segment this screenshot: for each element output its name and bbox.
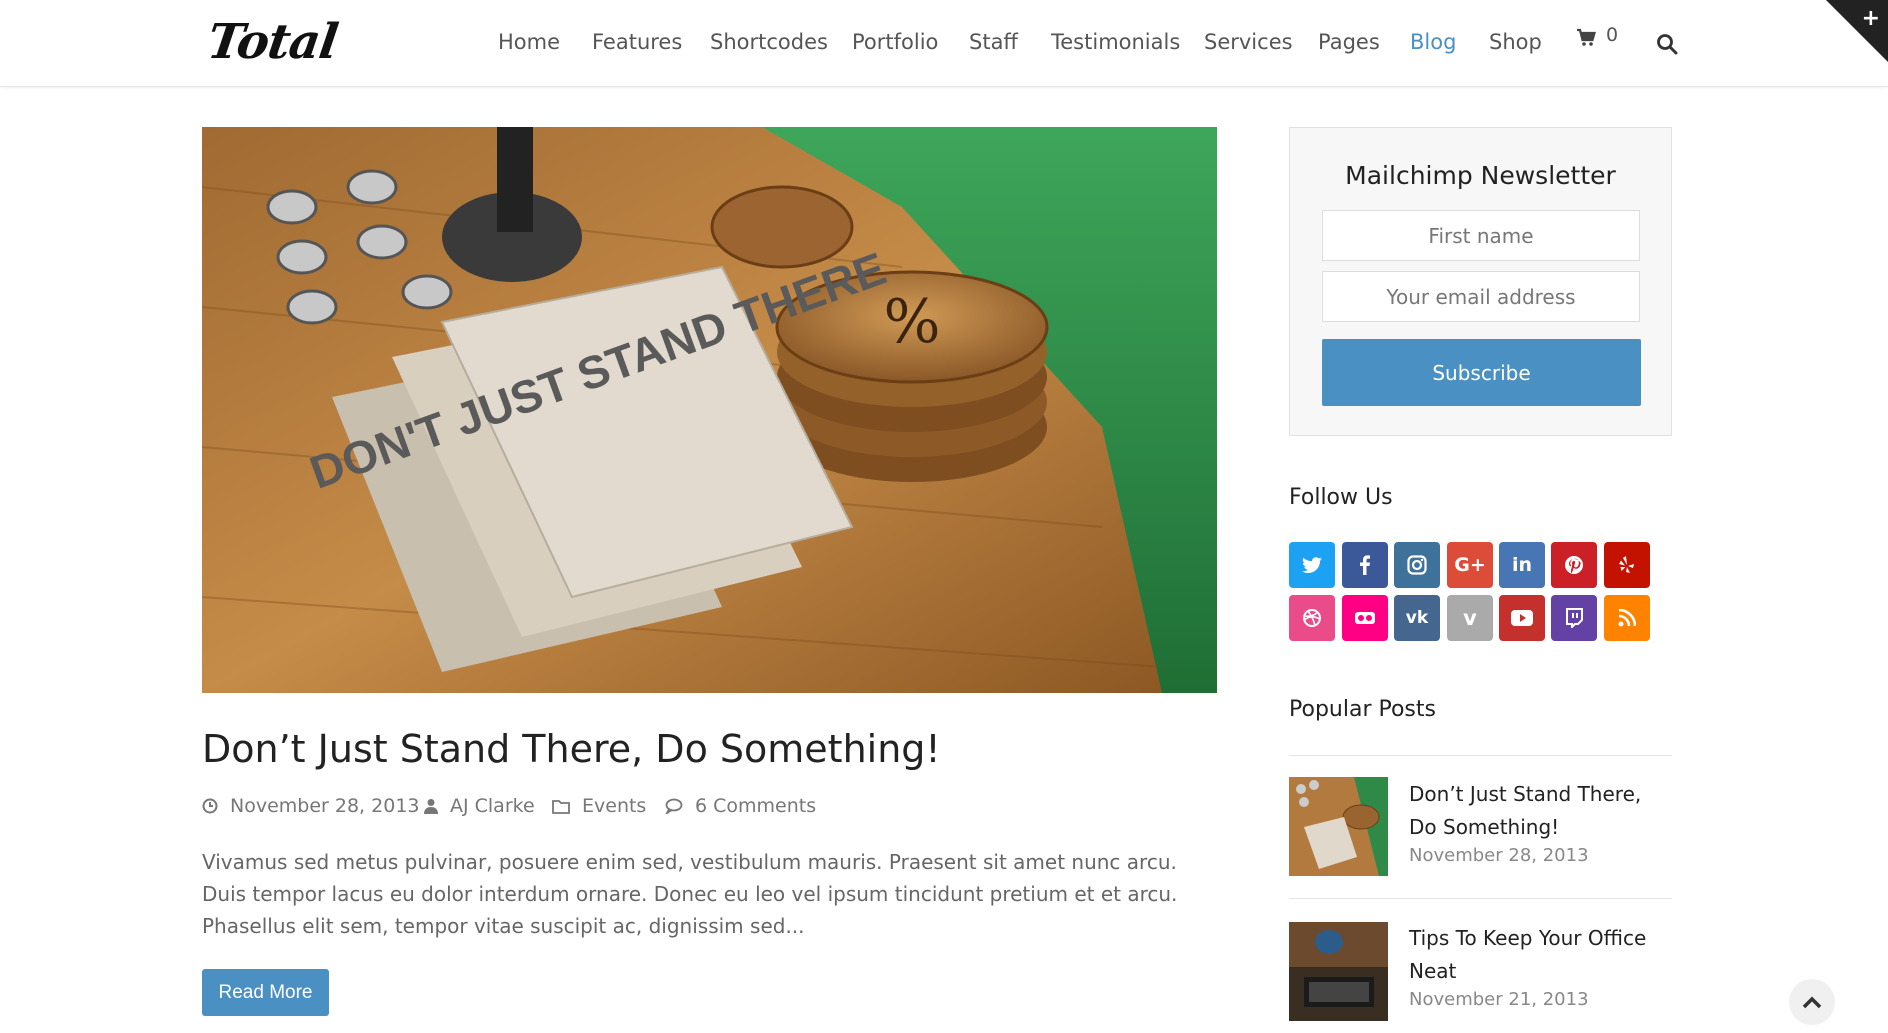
nav-shop[interactable]: Shop — [1489, 30, 1542, 54]
linkedin-icon[interactable]: in — [1499, 542, 1545, 588]
flickr-icon[interactable] — [1342, 595, 1388, 641]
post-title[interactable]: Don’t Just Stand There, Do Something! — [202, 727, 941, 771]
first-name-input[interactable] — [1322, 210, 1640, 261]
folder-icon — [552, 799, 570, 814]
popular-post-title[interactable]: Tips To Keep Your Office Neat — [1409, 922, 1672, 988]
post-author[interactable]: AJ Clarke — [424, 795, 535, 817]
nav-shortcodes[interactable]: Shortcodes — [710, 30, 828, 54]
post-featured-image[interactable]: % DON'T JUST STAND THERE — [202, 127, 1217, 693]
popular-post-thumbnail[interactable] — [1289, 777, 1388, 876]
rss-icon[interactable] — [1604, 595, 1650, 641]
email-input[interactable] — [1322, 271, 1640, 322]
read-more-button[interactable]: Read More — [202, 969, 329, 1016]
post-excerpt: Vivamus sed metus pulvinar, posuere enim… — [202, 850, 1178, 938]
vk-icon[interactable]: vk — [1394, 595, 1440, 641]
newsletter-title: Mailchimp Newsletter — [1345, 161, 1616, 190]
post-category[interactable]: Events — [552, 795, 646, 817]
post-category-text[interactable]: Events — [582, 795, 646, 817]
nav-portfolio[interactable]: Portfolio — [852, 30, 938, 54]
site-logo[interactable]: Total — [204, 14, 341, 70]
nav-services[interactable]: Services — [1204, 30, 1293, 54]
back-to-top-button[interactable] — [1789, 979, 1835, 1025]
newsletter-widget: Mailchimp Newsletter Subscribe — [1289, 127, 1672, 436]
divider — [1289, 755, 1672, 756]
google-plus-icon[interactable]: G+ — [1447, 542, 1493, 588]
post-author-text[interactable]: AJ Clarke — [450, 795, 535, 817]
twitch-icon[interactable] — [1551, 595, 1597, 641]
nav-testimonials[interactable]: Testimonials — [1051, 30, 1180, 54]
facebook-icon[interactable] — [1342, 542, 1388, 588]
svg-text:%: % — [883, 287, 940, 357]
post-date: November 28, 2013 — [202, 795, 420, 817]
yelp-icon[interactable] — [1604, 542, 1650, 588]
instagram-icon[interactable] — [1394, 542, 1440, 588]
post-date-text: November 28, 2013 — [230, 795, 420, 817]
popular-posts-title: Popular Posts — [1289, 697, 1436, 722]
nav-home[interactable]: Home — [498, 30, 560, 54]
twitter-icon[interactable] — [1289, 542, 1335, 588]
subscribe-button[interactable]: Subscribe — [1322, 339, 1641, 406]
nav-pages[interactable]: Pages — [1318, 30, 1380, 54]
vimeo-icon[interactable]: v — [1447, 595, 1493, 641]
pinterest-icon[interactable] — [1551, 542, 1597, 588]
plus-icon: + — [1861, 6, 1880, 31]
comment-icon — [665, 798, 683, 814]
cart-icon[interactable] — [1576, 28, 1596, 52]
nav-staff[interactable]: Staff — [969, 30, 1018, 54]
popular-post-date: November 28, 2013 — [1409, 845, 1589, 866]
youtube-icon[interactable] — [1499, 595, 1545, 641]
nav-blog[interactable]: Blog — [1410, 30, 1456, 54]
divider — [1289, 898, 1672, 899]
popular-post-thumbnail[interactable] — [1289, 922, 1388, 1021]
post-comments[interactable]: 6 Comments — [665, 795, 816, 817]
site-header: Total Home Features Shortcodes Portfolio… — [0, 0, 1888, 87]
user-icon — [424, 799, 438, 814]
follow-us-title: Follow Us — [1289, 485, 1393, 510]
clock-icon — [202, 798, 218, 814]
post-comments-text[interactable]: 6 Comments — [695, 795, 816, 817]
nav-features[interactable]: Features — [592, 30, 682, 54]
popular-post-title[interactable]: Don’t Just Stand There, Do Something! — [1409, 778, 1672, 844]
popular-post-date: November 21, 2013 — [1409, 989, 1589, 1010]
dribbble-icon[interactable] — [1289, 595, 1335, 641]
chevron-up-icon — [1802, 996, 1822, 1009]
search-icon[interactable] — [1656, 33, 1678, 55]
cart-count: 0 — [1606, 24, 1619, 46]
